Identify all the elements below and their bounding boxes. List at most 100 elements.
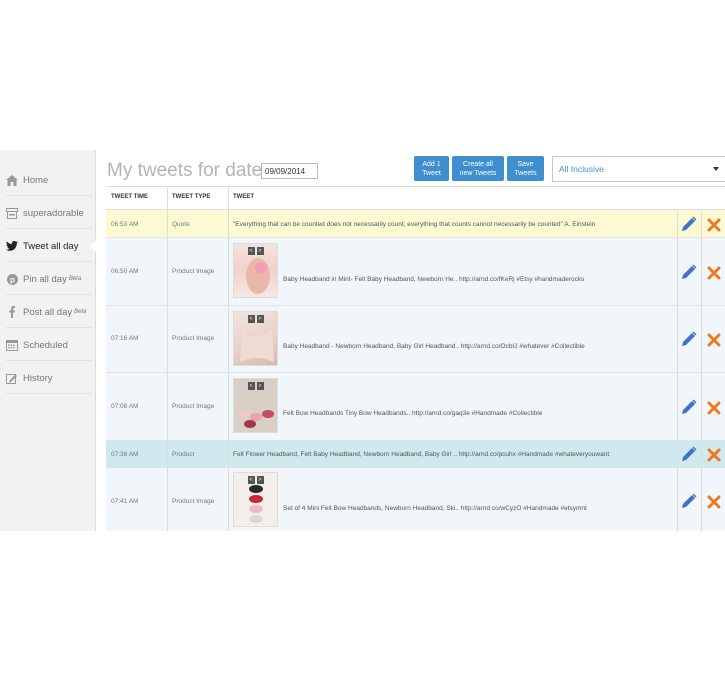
thumbnail-nav[interactable]: < > [247, 247, 264, 255]
sidebar-item-tweet-all-day[interactable]: Tweet all day [0, 230, 96, 262]
account-filter-select[interactable]: All Inclusive [552, 156, 725, 182]
sidebar-item-home[interactable]: Home [0, 164, 96, 196]
svg-text:p: p [10, 275, 15, 284]
sidebar-item-scheduled[interactable]: Scheduled [0, 329, 96, 361]
prev-arrow-icon: < [247, 476, 255, 484]
column-divider [167, 186, 168, 531]
column-header-time: TWEET TIME [111, 194, 148, 200]
column-divider [228, 186, 229, 531]
sidebar-item-label: Tweet all day [23, 240, 79, 252]
add-one-tweet-button[interactable]: Add 1 Tweet [414, 156, 449, 181]
sidebar-item-history[interactable]: History [0, 362, 96, 394]
product-thumbnail[interactable]: < > [233, 378, 278, 433]
edit-icon[interactable] [681, 493, 697, 509]
page-title: My tweets for date [107, 160, 263, 181]
edit-icon[interactable] [681, 331, 697, 347]
sidebar-item-store[interactable]: superadorable [0, 197, 96, 229]
delete-icon[interactable] [707, 218, 721, 232]
edit-icon[interactable] [681, 399, 697, 415]
edit-icon[interactable] [681, 216, 697, 232]
divider [6, 294, 92, 295]
column-header-type: TWEET TYPE [172, 194, 211, 200]
tweet-time: 07:41 AM [111, 498, 139, 505]
tweet-text: Felt Flower Headband, Felt Baby Headband… [233, 451, 610, 458]
column-header-tweet: TWEET [233, 194, 254, 200]
pinterest-icon: p [6, 273, 18, 285]
store-icon [6, 207, 18, 219]
table-row: 06:50 AM Product Image < > Baby Headband … [106, 238, 725, 306]
home-icon [6, 174, 18, 186]
column-divider [677, 210, 678, 531]
tweet-type: Product Image [172, 403, 215, 410]
next-arrow-icon: > [256, 247, 264, 255]
sidebar-item-pin-all-day[interactable]: p Pin all day Beta [0, 263, 96, 295]
tweet-type: Product Image [172, 498, 215, 505]
divider [6, 228, 92, 229]
delete-icon[interactable] [707, 495, 721, 509]
tweet-type: Product [172, 451, 195, 458]
tweet-time: 07:38 AM [111, 451, 139, 458]
tweet-text: Baby Headband - Newborn Headband, Baby G… [283, 343, 585, 350]
table-row: 07:08 AM Product Image < > Felt Bow Headb… [106, 373, 725, 441]
divider [6, 195, 92, 196]
facebook-icon [6, 306, 18, 318]
save-tweets-button[interactable]: Save Tweets [507, 156, 544, 181]
tweet-text: Set of 4 Mini Felt Bow Headbands, Newbor… [283, 505, 587, 512]
prev-arrow-icon: < [247, 247, 255, 255]
next-arrow-icon: > [256, 382, 264, 390]
active-indicator [90, 240, 96, 252]
table-header: TWEET TIME TWEET TYPE TWEET [106, 186, 725, 210]
tweet-text: Baby Headband in Mint- Felt Baby Headban… [283, 276, 585, 283]
tweet-time: 07:08 AM [111, 403, 139, 410]
tweet-text: Felt Bow Headbands Tiny Bow Headbands.. … [283, 410, 543, 417]
sidebar-item-label: Pin all day [23, 273, 67, 285]
next-arrow-icon: > [256, 315, 264, 323]
sidebar-item-post-all-day[interactable]: Post all day Beta [0, 296, 96, 328]
edit-icon[interactable] [681, 446, 697, 462]
column-divider [701, 210, 702, 531]
divider [6, 360, 92, 361]
tweet-time: 06:50 AM [111, 268, 139, 275]
divider [6, 393, 92, 394]
product-thumbnail[interactable]: < > [233, 311, 278, 366]
next-arrow-icon: > [256, 476, 264, 484]
table-row: 07:41 AM Product Image < > Set of 4 Mini … [106, 468, 725, 531]
table-row: 07:38 AM Product Felt Flower Headband, F… [106, 441, 725, 468]
table-row: 07:16 AM Product Image < > Baby Headband … [106, 306, 725, 373]
thumbnail-nav[interactable]: < > [247, 315, 264, 323]
delete-icon[interactable] [707, 448, 721, 462]
chevron-down-icon [713, 167, 719, 171]
tweet-type: Product Image [172, 335, 215, 342]
thumbnail-nav[interactable]: < > [247, 476, 264, 484]
prev-arrow-icon: < [247, 382, 255, 390]
sidebar-item-label: superadorable [23, 207, 84, 219]
sidebar-item-label: Post all day [23, 306, 73, 318]
thumbnail-nav[interactable]: < > [247, 382, 264, 390]
sidebar-item-label: Scheduled [23, 339, 68, 351]
prev-arrow-icon: < [247, 315, 255, 323]
product-thumbnail[interactable]: < > [233, 243, 278, 298]
delete-icon[interactable] [707, 401, 721, 415]
twitter-icon [6, 240, 18, 252]
history-icon [6, 372, 18, 384]
delete-icon[interactable] [707, 333, 721, 347]
sidebar: Home superadorable Tweet all day p Pin a… [0, 150, 96, 531]
date-input[interactable] [261, 163, 318, 179]
divider [6, 327, 92, 328]
product-thumbnail[interactable]: < > [233, 472, 278, 527]
create-all-tweets-button[interactable]: Create all new Tweets [452, 156, 504, 181]
calendar-icon [6, 339, 18, 351]
sidebar-item-label: History [23, 372, 53, 384]
tweet-time: 06:53 AM [111, 221, 139, 228]
edit-icon[interactable] [681, 264, 697, 280]
delete-icon[interactable] [707, 266, 721, 280]
tweet-text: "Everything that can be counted does not… [233, 221, 596, 228]
select-value: All Inclusive [559, 164, 604, 174]
sidebar-item-label: Home [23, 174, 49, 186]
beta-badge: Beta [68, 276, 82, 282]
table-row: 06:53 AM Quote "Everything that can be c… [106, 210, 725, 238]
tweet-type: Quote [172, 221, 190, 228]
beta-badge: Beta [74, 309, 87, 315]
divider [6, 261, 92, 262]
tweet-time: 07:16 AM [111, 335, 139, 342]
